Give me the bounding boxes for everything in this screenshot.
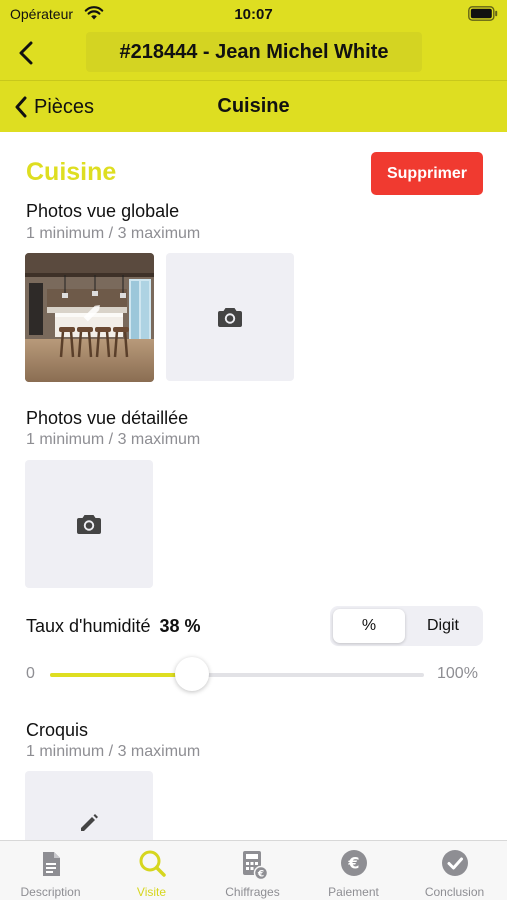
humidity-row: Taux d'humidité 38 % [26, 616, 201, 637]
checkmark-icon [442, 850, 468, 876]
kitchen-photo [25, 253, 154, 382]
slider-min-label: 0 [26, 665, 35, 682]
percent-mode-button[interactable]: % [333, 609, 405, 643]
tab-visite[interactable]: Visite [101, 841, 202, 900]
humidity-mode-control: % Digit [330, 606, 483, 646]
euro-icon: € [341, 850, 367, 876]
back-to-rooms-label: Pièces [34, 95, 95, 118]
status-time: 10:07 [234, 6, 273, 23]
tab-paiement[interactable]: € Paiement [303, 841, 404, 900]
search-icon [139, 850, 166, 877]
tab-conclusion[interactable]: Conclusion [404, 841, 505, 900]
humidity-slider-fill [50, 673, 193, 677]
tab-chiffrages[interactable]: € Chiffrages [202, 841, 303, 900]
photos-detail-hint: 1 minimum / 3 maximum [26, 431, 201, 448]
battery-icon [468, 6, 498, 21]
tab-chiffrages-label: Chiffrages [225, 885, 280, 899]
tab-conclusion-label: Conclusion [424, 885, 485, 899]
page-title: #218444 - Jean Michel White [86, 32, 422, 72]
sub-navigation-bar: Pièces Cuisine [0, 80, 507, 132]
calculator-icon: € [243, 851, 268, 880]
svg-text:€: € [257, 870, 264, 880]
navigation-bar: Opérateur 10:07 #218444 - Jean Michel Wh… [0, 0, 507, 80]
tab-visite-label: Visite [136, 885, 167, 899]
humidity-slider-track[interactable] [50, 673, 424, 677]
back-button[interactable] [12, 38, 40, 68]
chevron-left-icon [15, 96, 27, 118]
tab-description[interactable]: Description [0, 841, 101, 900]
humidity-value: 38 % [159, 616, 201, 636]
slider-max-label: 100% [437, 665, 478, 682]
humidity-slider-thumb[interactable] [175, 657, 210, 691]
add-detail-photo-button[interactable] [25, 460, 153, 588]
tab-description-label: Description [20, 885, 81, 899]
back-to-rooms-button[interactable]: Pièces [14, 94, 94, 120]
room-title: Cuisine [26, 158, 117, 186]
pencil-icon [81, 814, 98, 831]
photos-global-hint: 1 minimum / 3 maximum [26, 225, 201, 242]
sketch-hint: 1 minimum / 3 maximum [26, 743, 201, 760]
tab-paiement-label: Paiement [328, 885, 379, 899]
status-bar: Opérateur 10:07 [0, 0, 507, 28]
add-sketch-button[interactable] [25, 771, 153, 840]
camera-icon [218, 308, 242, 327]
camera-icon [77, 515, 101, 534]
sketch-label: Croquis [26, 720, 89, 740]
document-icon [43, 852, 60, 876]
digit-mode-button[interactable]: Digit [406, 609, 480, 643]
add-global-photo-button[interactable] [166, 253, 294, 381]
tab-bar: Description Visite € Chiffrages € Paieme… [0, 840, 507, 900]
kitchen-photo-thumbnail[interactable] [25, 253, 154, 382]
humidity-label: Taux d'humidité [26, 616, 151, 636]
photos-global-label: Photos vue globale [26, 201, 180, 221]
photos-detail-label: Photos vue détaillée [26, 408, 189, 428]
delete-button[interactable]: Supprimer [371, 152, 483, 195]
svg-text:€: € [347, 854, 359, 873]
chevron-left-icon [19, 41, 33, 65]
